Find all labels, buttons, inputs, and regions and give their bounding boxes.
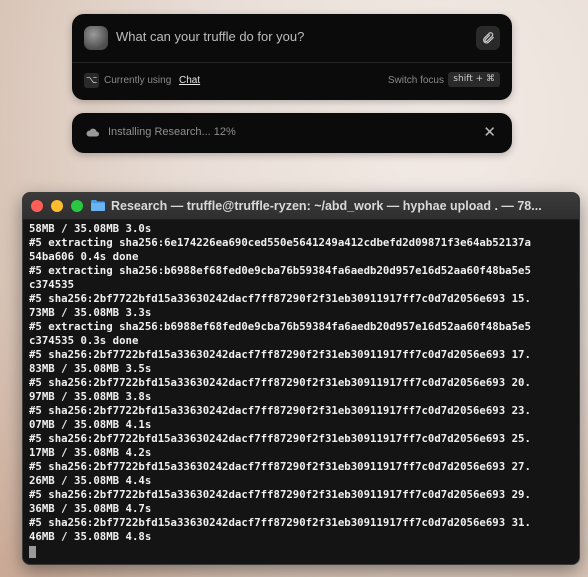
- terminal-line: #5 sha256:2bf7722bfd15a33630242dacf7ff87…: [29, 432, 531, 445]
- terminal-output[interactable]: 58MB / 35.08MB 3.0s #5 extracting sha256:…: [29, 222, 575, 560]
- mode-link-chat[interactable]: Chat: [179, 75, 200, 86]
- close-window-button[interactable]: [31, 200, 43, 212]
- terminal-line: #5 sha256:2bf7722bfd15a33630242dacf7ff87…: [29, 516, 531, 529]
- terminal-line: 36MB / 35.08MB 4.7s: [29, 502, 152, 515]
- install-status-text: Installing Research... 12%: [108, 126, 236, 138]
- option-key-icon: ⌥: [84, 73, 99, 88]
- terminal-line: 26MB / 35.08MB 4.4s: [29, 474, 152, 487]
- terminal-cursor: [29, 546, 36, 558]
- minimize-window-button[interactable]: [51, 200, 63, 212]
- terminal-line: c374535: [29, 278, 75, 291]
- terminal-line: #5 sha256:2bf7722bfd15a33630242dacf7ff87…: [29, 460, 531, 473]
- terminal-line: #5 sha256:2bf7722bfd15a33630242dacf7ff87…: [29, 488, 531, 501]
- paperclip-icon[interactable]: [476, 26, 500, 50]
- terminal-line: #5 sha256:2bf7722bfd15a33630242dacf7ff87…: [29, 292, 531, 305]
- shortcut-badge: shift + ⌘: [448, 72, 500, 87]
- terminal-line: 46MB / 35.08MB 4.8s: [29, 530, 152, 543]
- terminal-line: 17MB / 35.08MB 4.2s: [29, 446, 152, 459]
- prompt-footer: ⌥ Currently using Chat Switch focus shif…: [72, 70, 512, 92]
- terminal-line: c374535 0.3s done: [29, 334, 139, 347]
- install-status-bar: Installing Research... 12% ✕: [72, 113, 512, 153]
- folder-icon: [91, 200, 105, 211]
- cloud-icon: [86, 128, 99, 137]
- terminal-line: 97MB / 35.08MB 3.8s: [29, 390, 152, 403]
- switch-focus-label: Switch focus: [387, 75, 444, 86]
- prompt-row: What can your truffle do for you?: [72, 14, 512, 63]
- terminal-line: #5 sha256:2bf7722bfd15a33630242dacf7ff87…: [29, 348, 531, 361]
- terminal-line: #5 sha256:2bf7722bfd15a33630242dacf7ff87…: [29, 376, 531, 389]
- prompt-input[interactable]: What can your truffle do for you?: [116, 29, 304, 44]
- currently-using-label: Currently using: [104, 75, 172, 86]
- zoom-window-button[interactable]: [71, 200, 83, 212]
- orb-icon: [84, 26, 108, 50]
- terminal-titlebar: Research — truffle@truffle-ryzen: ~/abd_…: [23, 193, 579, 220]
- terminal-line: 54ba606 0.4s done: [29, 250, 139, 263]
- terminal-line: #5 extracting sha256:6e174226ea690ced550…: [29, 236, 531, 249]
- terminal-window: Research — truffle@truffle-ryzen: ~/abd_…: [22, 192, 580, 565]
- terminal-line: #5 extracting sha256:b6988ef68fed0e9cba7…: [29, 264, 531, 277]
- terminal-title: Research — truffle@truffle-ryzen: ~/abd_…: [111, 199, 542, 213]
- terminal-line: 73MB / 35.08MB 3.3s: [29, 306, 152, 319]
- terminal-line: #5 sha256:2bf7722bfd15a33630242dacf7ff87…: [29, 404, 531, 417]
- close-icon[interactable]: ✕: [483, 123, 496, 141]
- terminal-line: 58MB / 35.08MB 3.0s: [29, 222, 152, 235]
- terminal-line: 83MB / 35.08MB 3.5s: [29, 362, 152, 375]
- terminal-line: 07MB / 35.08MB 4.1s: [29, 418, 152, 431]
- truffle-prompt-bar: What can your truffle do for you? ⌥ Curr…: [72, 14, 512, 100]
- terminal-line: #5 extracting sha256:b6988ef68fed0e9cba7…: [29, 320, 531, 333]
